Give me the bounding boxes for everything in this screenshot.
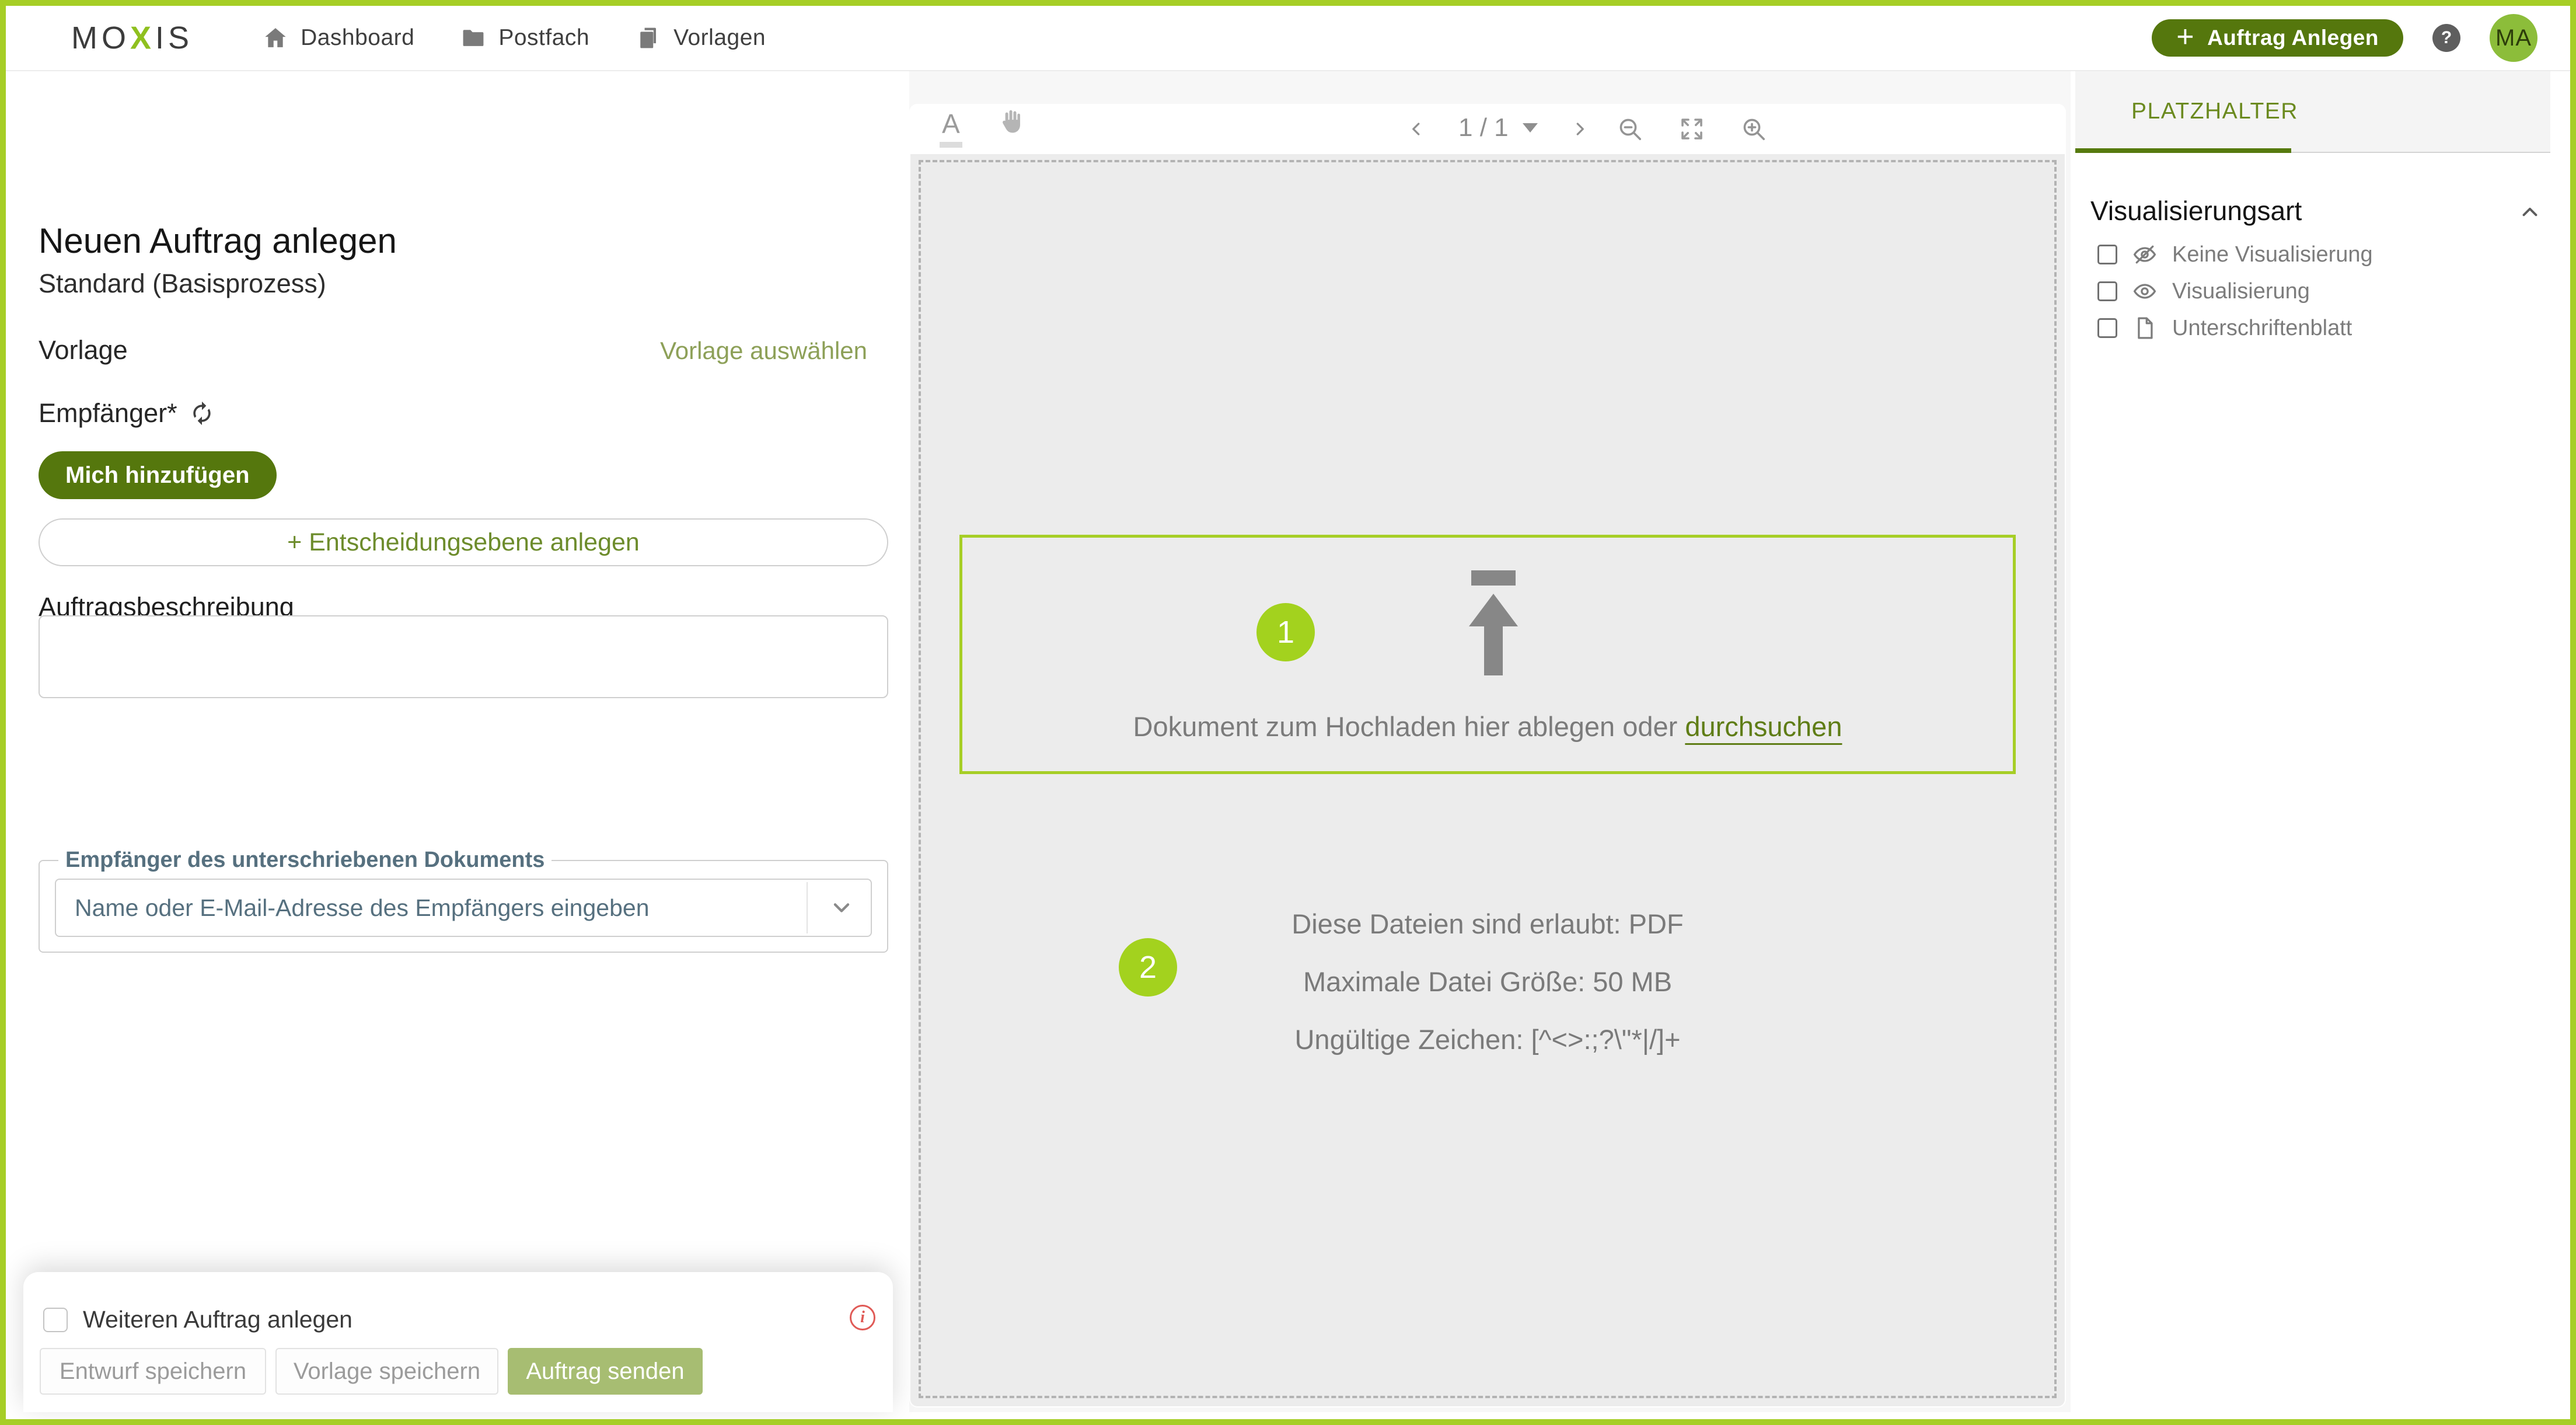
option-visualisierung[interactable]: Visualisierung [2097, 278, 2310, 304]
zoom-out-icon[interactable] [1616, 115, 1644, 143]
recipients-row: Empfänger* [39, 398, 215, 428]
send-order-button[interactable]: Auftrag senden [508, 1348, 703, 1395]
main-layout: Neuen Auftrag anlegen Standard (Basispro… [6, 71, 2570, 1412]
signed-doc-select [55, 879, 872, 937]
nav-item-vorlagen[interactable]: Vorlagen [635, 25, 766, 51]
option-label: Unterschriftenblatt [2172, 316, 2352, 341]
sidebar-tabbar: PLATZHALTER [2075, 71, 2550, 153]
add-decision-level-button[interactable]: + Entscheidungsebene anlegen [39, 518, 888, 566]
select-divider [807, 882, 808, 933]
create-order-label: Auftrag Anlegen [2207, 26, 2379, 50]
browse-link[interactable]: durchsuchen [1685, 711, 1842, 742]
description-textarea[interactable] [39, 615, 888, 698]
chevron-down-icon[interactable] [829, 895, 854, 924]
drop-area-dashed-border [919, 160, 2057, 1398]
create-order-button[interactable]: + Auftrag Anlegen [2152, 19, 2403, 57]
option-label: Visualisierung [2172, 279, 2310, 304]
placeholder-sidebar: PLATZHALTER Visualisierungsart Keine Vis… [2071, 71, 2570, 1412]
logo-text-left: MO [71, 20, 130, 56]
logo-x-accent: X [130, 19, 155, 56]
option-unterschriftenblatt[interactable]: Unterschriftenblatt [2097, 315, 2352, 341]
option-label: Keine Visualisierung [2172, 242, 2373, 267]
viewer-card: A 1 / 1 [909, 104, 2066, 1407]
upload-rule-filetype: Diese Dateien sind erlaubt: PDF [910, 895, 2065, 953]
repeat-order-checkbox[interactable] [43, 1308, 68, 1332]
hand-pan-icon[interactable] [996, 107, 1027, 140]
option-keine-visualisierung[interactable]: Keine Visualisierung [2097, 242, 2373, 267]
visualisierung-checkbox[interactable] [2097, 281, 2117, 301]
fullscreen-icon[interactable] [1678, 115, 1706, 143]
visualization-section-title: Visualisierungsart [2090, 195, 2302, 227]
text-tool-icon[interactable]: A [940, 110, 962, 148]
moxis-logo[interactable]: MOXIS [71, 20, 193, 56]
tab-platzhalter[interactable]: PLATZHALTER [2131, 99, 2298, 124]
page-navigation: 1 / 1 [1406, 113, 1590, 145]
nav-label: Dashboard [301, 25, 414, 51]
avatar[interactable]: MA [2490, 14, 2537, 62]
form-actions-card: Weiteren Auftrag anlegen i Entwurf speic… [23, 1272, 893, 1412]
document-icon [2131, 315, 2158, 341]
next-page-icon[interactable] [1569, 119, 1590, 140]
viewer-toolbar: A 1 / 1 [909, 104, 2066, 154]
swap-recipients-icon[interactable] [189, 400, 215, 426]
nav-label: Vorlagen [673, 25, 766, 51]
eye-icon [2131, 278, 2158, 304]
document-drop-area[interactable]: 1 Dokument zum Hochladen hier ablegen od… [910, 154, 2065, 1406]
repeat-order-label: Weiteren Auftrag anlegen [83, 1306, 352, 1333]
upload-rules: Diese Dateien sind erlaubt: PDF Maximale… [910, 895, 2065, 1068]
save-template-button[interactable]: Vorlage speichern [275, 1348, 498, 1395]
order-form-panel: Neuen Auftrag anlegen Standard (Basispro… [6, 71, 909, 1412]
sidebar-body: Visualisierungsart Keine Visualisierung [2075, 153, 2570, 1412]
page-indicator: 1 / 1 [1458, 113, 1509, 142]
toolbar-left-tools: A [940, 110, 1027, 148]
save-draft-button[interactable]: Entwurf speichern [40, 1348, 266, 1395]
process-type-label: Standard (Basisprozess) [39, 269, 326, 299]
eye-off-icon [2131, 242, 2158, 267]
add-me-button[interactable]: Mich hinzufügen [39, 451, 277, 499]
folder-icon [460, 25, 487, 51]
zoom-tools [1616, 115, 1768, 143]
upload-rule-characters: Ungültige Zeichen: [^<>:;?\"*|/]+ [910, 1011, 2065, 1068]
top-navbar: MOXIS Dashboard Postfach Vorlagen [6, 6, 2570, 71]
app-root: MOXIS Dashboard Postfach Vorlagen [0, 0, 2576, 1425]
page-indicator-dropdown[interactable]: 1 / 1 [1458, 113, 1538, 145]
logo-text-right: IS [155, 20, 193, 56]
nav-item-dashboard[interactable]: Dashboard [262, 25, 414, 51]
main-nav: Dashboard Postfach Vorlagen [262, 25, 766, 51]
drop-instruction-text: Dokument zum Hochladen hier ablegen oder [1133, 711, 1685, 742]
caret-down-icon [1523, 123, 1538, 133]
templates-icon [635, 25, 662, 51]
signed-doc-fieldset: Empfänger des unterschriebenen Dokuments [39, 848, 888, 953]
upload-rule-filesize: Maximale Datei Größe: 50 MB [910, 953, 2065, 1011]
help-button[interactable]: ? [2432, 24, 2460, 52]
keine-visualisierung-checkbox[interactable] [2097, 245, 2117, 264]
info-icon[interactable]: i [850, 1305, 875, 1330]
select-template-link[interactable]: Vorlage auswählen [660, 337, 867, 365]
upload-arrow-icon [1464, 570, 1523, 678]
nav-label: Postfach [498, 25, 589, 51]
step-one-badge: 1 [1256, 603, 1315, 661]
collapse-chevron-icon[interactable] [2518, 200, 2542, 224]
repeat-order-checkbox-row[interactable]: Weiteren Auftrag anlegen [43, 1306, 352, 1333]
recipients-label: Empfänger* [39, 398, 177, 428]
signed-doc-legend: Empfänger des unterschriebenen Dokuments [58, 848, 551, 873]
zoom-in-icon[interactable] [1740, 115, 1768, 143]
action-buttons: Entwurf speichern Vorlage speichern Auft… [40, 1348, 703, 1395]
document-viewer-panel: A 1 / 1 [909, 71, 2071, 1412]
prev-page-icon[interactable] [1406, 119, 1427, 140]
topbar-actions: + Auftrag Anlegen ? MA [2152, 14, 2537, 62]
unterschriftenblatt-checkbox[interactable] [2097, 318, 2117, 338]
template-row: Vorlage Vorlage auswählen [39, 335, 867, 365]
drop-instruction: Dokument zum Hochladen hier ablegen oder… [962, 710, 2013, 743]
active-tab-indicator [2075, 148, 2291, 153]
signed-doc-recipient-input[interactable] [55, 879, 872, 937]
upload-dropzone[interactable]: 1 Dokument zum Hochladen hier ablegen od… [959, 535, 2016, 774]
template-label: Vorlage [39, 335, 128, 365]
home-icon [262, 25, 289, 51]
page-title: Neuen Auftrag anlegen [39, 221, 397, 261]
nav-item-postfach[interactable]: Postfach [460, 25, 589, 51]
